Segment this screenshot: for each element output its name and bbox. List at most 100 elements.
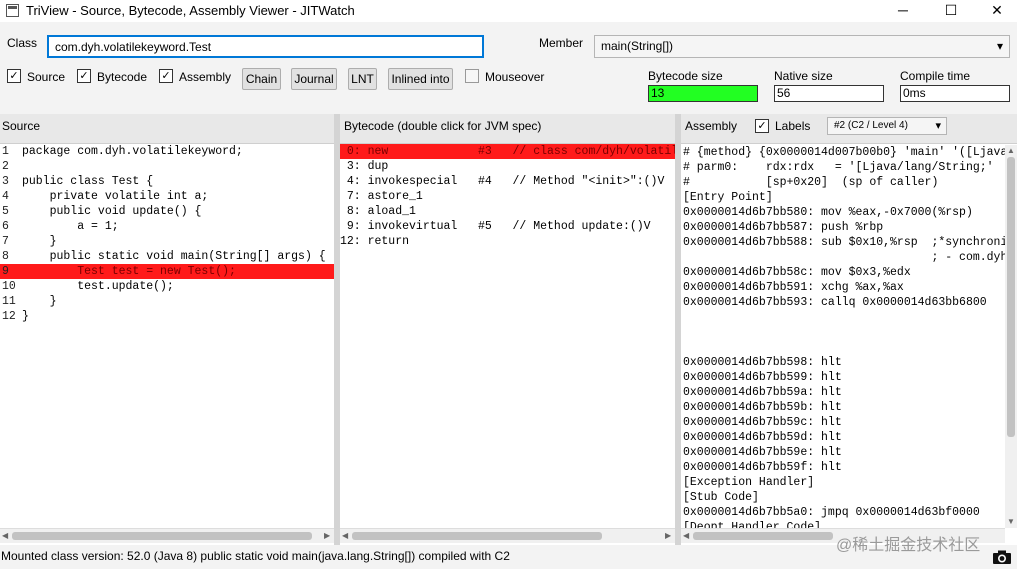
source-line[interactable]: 1 package com.dyh.volatilekeyword; bbox=[0, 144, 334, 159]
line-number: 6 bbox=[2, 220, 9, 233]
assembly-line[interactable]: [Stub Code] bbox=[683, 490, 1005, 505]
scroll-down-icon[interactable]: ▼ bbox=[1007, 517, 1015, 526]
bytecode-hscrollbar[interactable]: ◀ ▶ bbox=[340, 528, 675, 543]
source-line-text: private volatile int a; bbox=[22, 190, 209, 203]
assembly-line[interactable]: [Exception Handler] bbox=[683, 475, 1005, 490]
assembly-line[interactable]: ; - com.dyh.volatilekeyword.Test::main bbox=[683, 250, 1005, 265]
member-select-value: main(String[]) bbox=[601, 39, 674, 53]
assembly-line[interactable]: # parm0: rdx:rdx = '[Ljava/lang/String;' bbox=[683, 160, 1005, 175]
lnt-button[interactable]: LNT bbox=[348, 68, 377, 90]
source-hscrollbar[interactable]: ◀ ▶ bbox=[0, 528, 334, 543]
bytecode-line[interactable]: 8: aload_1 bbox=[340, 204, 675, 219]
line-number: 5 bbox=[2, 205, 9, 218]
assembly-checkbox[interactable]: ✓ bbox=[159, 69, 173, 83]
bytecode-hscroll-thumb[interactable] bbox=[352, 532, 602, 540]
source-line[interactable]: 8 public static void main(String[] args)… bbox=[0, 249, 334, 264]
bytecode-size-label: Bytecode size bbox=[648, 69, 723, 83]
scroll-right-icon[interactable]: ▶ bbox=[324, 531, 330, 540]
source-line[interactable]: 4 private volatile int a; bbox=[0, 189, 334, 204]
assembly-line[interactable]: 0x0000014d6b7bb59b: hlt bbox=[683, 400, 1005, 415]
assembly-line[interactable] bbox=[683, 310, 1005, 325]
inlined-into-button[interactable]: Inlined into bbox=[388, 68, 453, 90]
bytecode-line[interactable]: 4: invokespecial #4 // Method "<init>":(… bbox=[340, 174, 675, 189]
member-select[interactable]: main(String[]) ▾ bbox=[594, 35, 1010, 58]
scroll-up-icon[interactable]: ▲ bbox=[1007, 146, 1015, 155]
source-line[interactable]: 12} bbox=[0, 309, 334, 324]
assembly-line[interactable]: 0x0000014d6b7bb58c: mov $0x3,%edx bbox=[683, 265, 1005, 280]
assembly-vscroll-thumb[interactable] bbox=[1007, 157, 1015, 437]
journal-button[interactable]: Journal bbox=[291, 68, 337, 90]
native-size-label: Native size bbox=[774, 69, 833, 83]
source-line[interactable]: 10 test.update(); bbox=[0, 279, 334, 294]
bytecode-pane: Bytecode (double click for JVM spec) 0: … bbox=[340, 114, 675, 545]
source-line[interactable]: 3 public class Test { bbox=[0, 174, 334, 189]
source-line-text: a = 1; bbox=[22, 220, 119, 233]
assembly-hscroll-thumb[interactable] bbox=[693, 532, 833, 540]
assembly-line[interactable]: 0x0000014d6b7bb59d: hlt bbox=[683, 430, 1005, 445]
assembly-line[interactable]: 0x0000014d6b7bb59f: hlt bbox=[683, 460, 1005, 475]
scroll-right-icon[interactable]: ▶ bbox=[665, 531, 671, 540]
source-line[interactable]: 6 a = 1; bbox=[0, 219, 334, 234]
assembly-vscrollbar[interactable]: ▲ ▼ bbox=[1005, 145, 1017, 528]
assembly-line[interactable]: 0x0000014d6b7bb5a0: jmpq 0x0000014d63bf0… bbox=[683, 505, 1005, 520]
assembly-line[interactable]: # [sp+0x20] (sp of caller) bbox=[683, 175, 1005, 190]
assembly-line[interactable]: 0x0000014d6b7bb591: xchg %ax,%ax bbox=[683, 280, 1005, 295]
camera-icon[interactable] bbox=[992, 549, 1012, 565]
assembly-line[interactable]: 0x0000014d6b7bb593: callq 0x0000014d63bb… bbox=[683, 295, 1005, 310]
assembly-line[interactable]: 0x0000014d6b7bb59a: hlt bbox=[683, 385, 1005, 400]
assembly-pane-header: Assembly ✓ Labels #2 (C2 / Level 4) ▾ bbox=[681, 114, 1017, 144]
source-line[interactable]: 2 bbox=[0, 159, 334, 174]
assembly-line[interactable] bbox=[683, 325, 1005, 340]
assembly-line[interactable]: 0x0000014d6b7bb59c: hlt bbox=[683, 415, 1005, 430]
chevron-down-icon: ▾ bbox=[935, 120, 941, 132]
bytecode-line[interactable]: 12: return bbox=[340, 234, 675, 249]
compile-level-value: #2 (C2 / Level 4) bbox=[834, 120, 908, 131]
assembly-line[interactable]: 0x0000014d6b7bb587: push %rbp bbox=[683, 220, 1005, 235]
bytecode-line[interactable]: 7: astore_1 bbox=[340, 189, 675, 204]
assembly-line[interactable]: 0x0000014d6b7bb599: hlt bbox=[683, 370, 1005, 385]
bytecode-line[interactable]: 3: dup bbox=[340, 159, 675, 174]
bytecode-line[interactable]: 9: invokevirtual #5 // Method update:()V bbox=[340, 219, 675, 234]
scroll-left-icon[interactable]: ◀ bbox=[342, 531, 348, 540]
assembly-line[interactable]: [Entry Point] bbox=[683, 190, 1005, 205]
class-input[interactable]: com.dyh.volatilekeyword.Test bbox=[47, 35, 484, 58]
bytecode-code-view[interactable]: 0: new #3 // class com/dyh/volatilekeywo… bbox=[340, 144, 675, 528]
assembly-checkbox-label: Assembly bbox=[179, 70, 232, 84]
bytecode-line[interactable]: 0: new #3 // class com/dyh/volatilekeywo… bbox=[340, 144, 675, 159]
source-checkbox[interactable]: ✓ bbox=[7, 69, 21, 83]
source-hscroll-thumb[interactable] bbox=[12, 532, 312, 540]
maximize-button[interactable]: ☐ bbox=[928, 0, 974, 22]
native-size-field: 56 bbox=[774, 85, 884, 102]
assembly-line[interactable]: 0x0000014d6b7bb59e: hlt bbox=[683, 445, 1005, 460]
assembly-line[interactable]: [Deopt Handler Code] bbox=[683, 520, 1005, 528]
bytecode-line-text: 12: return bbox=[340, 235, 410, 248]
assembly-line[interactable]: 0x0000014d6b7bb580: mov %eax,-0x7000(%rs… bbox=[683, 205, 1005, 220]
labels-checkbox[interactable]: ✓ bbox=[755, 119, 769, 133]
minimize-button[interactable]: ─ bbox=[880, 0, 926, 22]
close-button[interactable]: ✕ bbox=[974, 0, 1017, 22]
source-checkbox-label: Source bbox=[27, 70, 66, 84]
source-code-view[interactable]: 1 package com.dyh.volatilekeyword; 2 3 publi… bbox=[0, 144, 334, 528]
assembly-code-view[interactable]: # {method} {0x0000014d007b00b0} 'main' '… bbox=[683, 145, 1005, 528]
source-pane-header: Source bbox=[0, 114, 334, 144]
source-line[interactable]: 7 } bbox=[0, 234, 334, 249]
chain-button[interactable]: Chain bbox=[242, 68, 281, 90]
assembly-line[interactable] bbox=[683, 340, 1005, 355]
assembly-line[interactable]: 0x0000014d6b7bb598: hlt bbox=[683, 355, 1005, 370]
line-number: 9 bbox=[2, 265, 9, 278]
assembly-line[interactable]: # {method} {0x0000014d007b00b0} 'main' '… bbox=[683, 145, 1005, 160]
line-number: 1 bbox=[2, 145, 9, 158]
scroll-left-icon[interactable]: ◀ bbox=[683, 531, 689, 540]
source-line[interactable]: 11 } bbox=[0, 294, 334, 309]
mouseover-checkbox[interactable] bbox=[465, 69, 479, 83]
assembly-line[interactable]: 0x0000014d6b7bb588: sub $0x10,%rsp ;*syn… bbox=[683, 235, 1005, 250]
status-text: Mounted class version: 52.0 (Java 8) pub… bbox=[1, 549, 510, 563]
watermark: @稀土掘金技术社区 bbox=[836, 537, 981, 554]
compile-level-select[interactable]: #2 (C2 / Level 4) ▾ bbox=[827, 117, 947, 135]
bytecode-checkbox[interactable]: ✓ bbox=[77, 69, 91, 83]
scroll-left-icon[interactable]: ◀ bbox=[2, 531, 8, 540]
source-line-text: test.update(); bbox=[22, 280, 174, 293]
source-line[interactable]: 9 Test test = new Test(); bbox=[0, 264, 334, 279]
source-line[interactable]: 5 public void update() { bbox=[0, 204, 334, 219]
line-number: 3 bbox=[2, 175, 9, 188]
